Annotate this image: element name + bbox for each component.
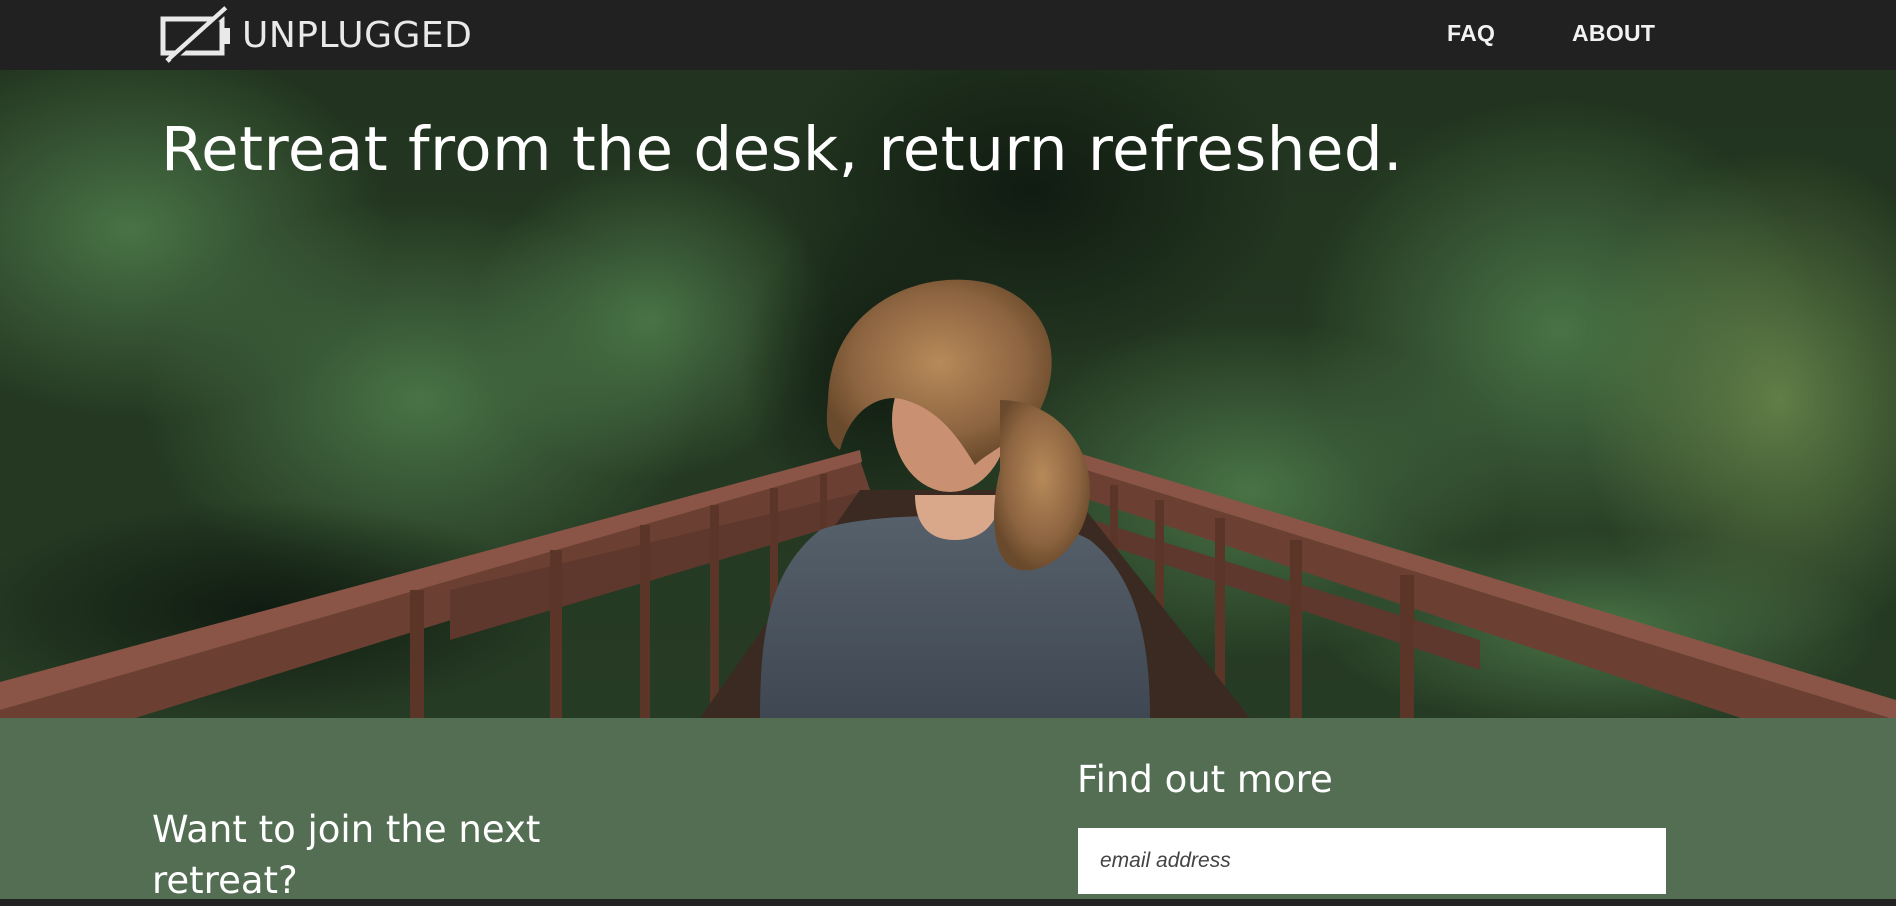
nav-about[interactable]: ABOUT: [1572, 20, 1655, 47]
join-prompt: Want to join the next retreat?: [152, 808, 541, 902]
battery-slash-icon: [160, 6, 233, 63]
find-out-more-title: Find out more: [1077, 758, 1333, 801]
logo-text: UNPLUGGED: [242, 14, 473, 56]
email-input[interactable]: [1078, 828, 1666, 894]
hero-title: Retreat from the desk, return refreshed.: [161, 114, 1404, 185]
site-header: UNPLUGGED FAQ ABOUT: [0, 0, 1896, 70]
hero-section: Retreat from the desk, return refreshed.: [0, 70, 1896, 718]
signup-section: Want to join the next retreat? Find out …: [0, 718, 1896, 902]
logo-link[interactable]: UNPLUGGED: [160, 6, 472, 64]
nav-faq[interactable]: FAQ: [1447, 20, 1495, 47]
